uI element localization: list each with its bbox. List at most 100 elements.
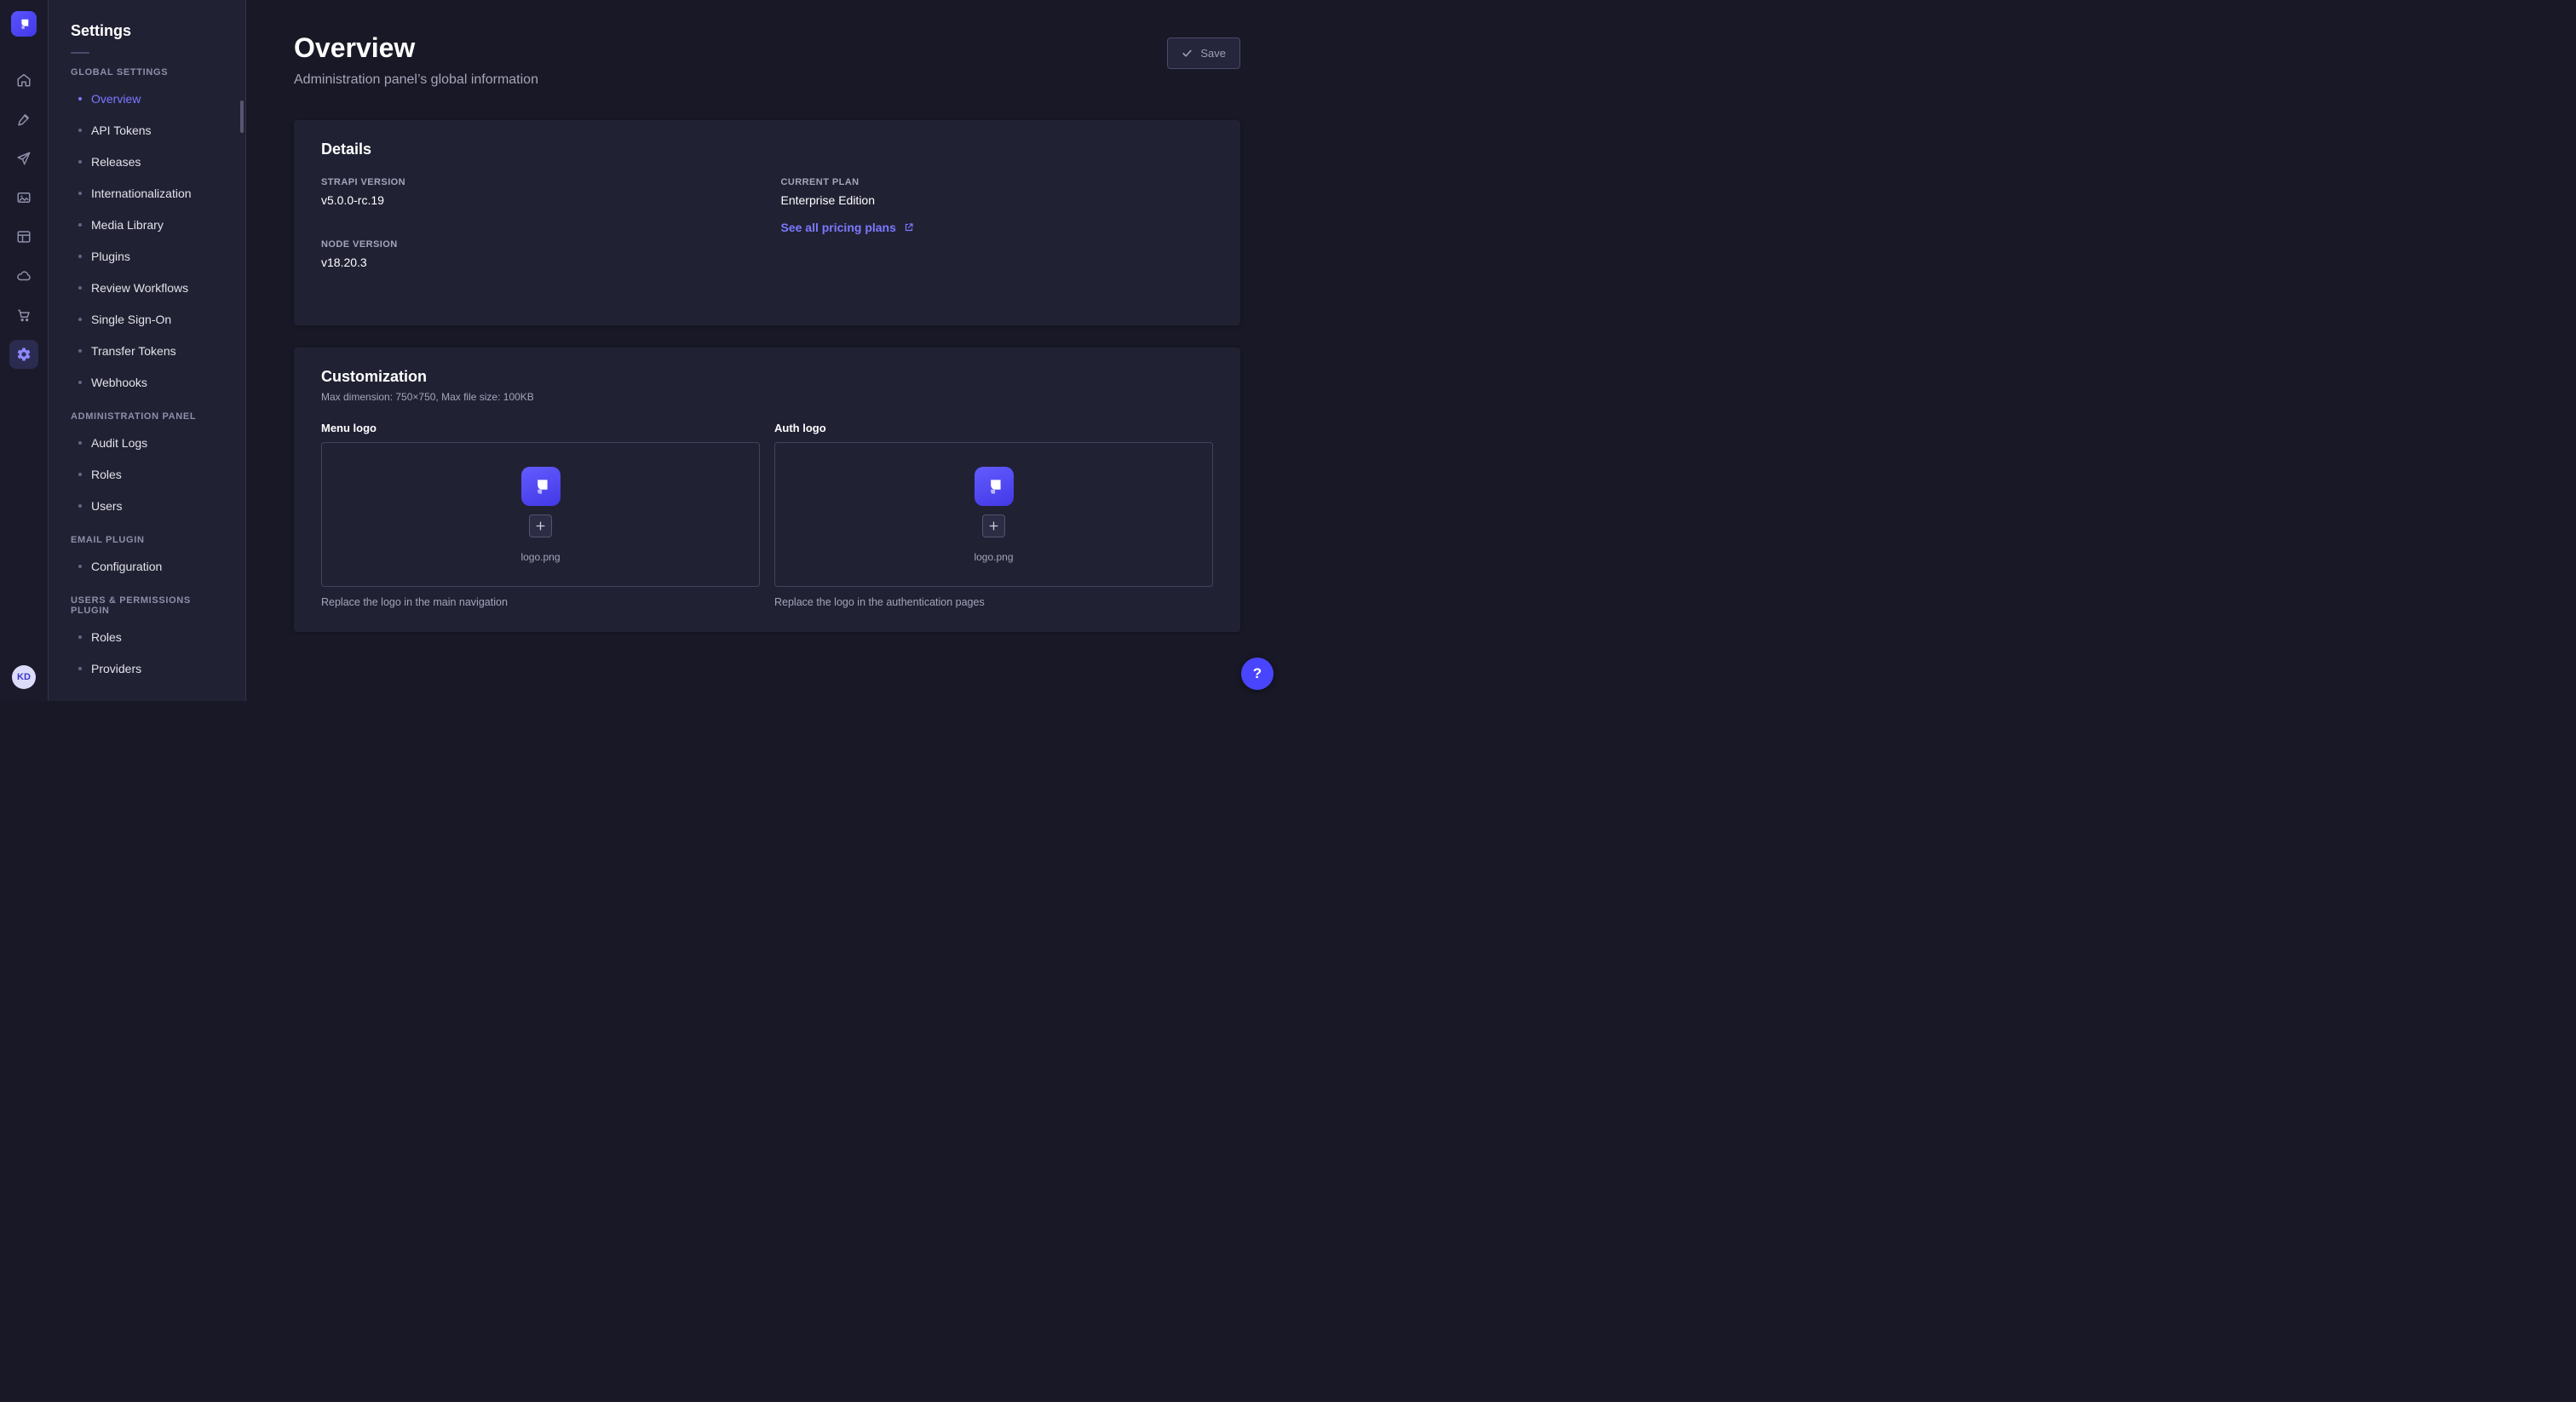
auth-logo-label: Auth logo [774,422,1213,434]
sidebar-scrollbar[interactable] [240,101,244,133]
strapi-logo[interactable] [11,11,37,37]
strapi-logo-icon [983,475,1005,497]
sidebar-item-label: Roles [91,630,122,644]
sidebar-item-review-workflows[interactable]: Review Workflows [71,272,232,303]
customization-card: Customization Max dimension: 750×750, Ma… [294,348,1240,632]
sidebar-item-api-tokens[interactable]: API Tokens [71,114,232,146]
rail-item-content-builder[interactable] [9,105,38,134]
rail-icons [9,60,38,374]
external-link-icon [904,222,914,233]
bullet-dot [78,473,82,476]
sidebar-item-label: Users [91,499,123,513]
details-right-column: CURRENT PLAN Enterprise Edition See all … [781,177,1214,302]
pricing-plans-link[interactable]: See all pricing plans [781,221,914,234]
sidebar-item-audit-logs[interactable]: Audit Logs [71,427,232,458]
sidebar-item-label: Transfer Tokens [91,344,176,358]
page-subtitle: Administration panel’s global informatio… [294,72,538,88]
sidebar-item-internationalization[interactable]: Internationalization [71,177,232,209]
logo-uploads: Menu logo logo.png Replace the logo in t… [321,422,1213,608]
media-library-icon [16,190,32,205]
page-header-text: Overview Administration panel’s global i… [294,32,538,88]
settings-sidebar: Settings GLOBAL SETTINGS Overview API To… [49,0,246,701]
bullet-dot [78,97,82,101]
layout-icon [16,229,32,244]
sidebar-item-webhooks[interactable]: Webhooks [71,366,232,398]
auth-logo-caption: Replace the logo in the authentication p… [774,596,1213,608]
check-icon [1182,48,1193,59]
section-header-users-permissions-plugin: USERS & PERMISSIONS PLUGIN [71,595,232,616]
sidebar-item-configuration[interactable]: Configuration [71,550,232,582]
field-value: v18.20.3 [321,256,754,269]
auth-logo-upload-box[interactable]: logo.png [774,442,1213,587]
sidebar-item-label: Review Workflows [91,281,188,295]
rail-item-home[interactable] [9,66,38,95]
sidebar-item-label: Single Sign-On [91,313,171,326]
section-header-email-plugin: EMAIL PLUGIN [71,535,232,545]
sidebar-item-up-roles[interactable]: Roles [71,621,232,652]
page-title: Overview [294,32,538,64]
plus-icon [988,520,999,531]
sidebar-title: Settings [71,22,232,40]
rail-item-deploy[interactable] [9,144,38,173]
sidebar-item-providers[interactable]: Providers [71,652,232,684]
bullet-dot [78,318,82,321]
add-menu-logo-button[interactable] [529,514,552,537]
rail-item-settings[interactable] [9,340,38,369]
sidebar-item-label: API Tokens [91,124,152,137]
rail-item-content-manager[interactable] [9,222,38,251]
current-plan-field: CURRENT PLAN Enterprise Edition [781,177,1214,207]
save-button[interactable]: Save [1167,37,1240,69]
sidebar-item-overview[interactable]: Overview [71,83,232,114]
sidebar-item-admin-roles[interactable]: Roles [71,458,232,490]
bullet-dot [78,504,82,508]
details-card: Details STRAPI VERSION v5.0.0-rc.19 NODE… [294,120,1240,325]
node-version-field: NODE VERSION v18.20.3 [321,239,754,269]
details-card-title: Details [321,141,1213,158]
sidebar-item-media-library[interactable]: Media Library [71,209,232,240]
page-header: Overview Administration panel’s global i… [294,32,1240,88]
rail-item-marketplace[interactable] [9,301,38,330]
settings-gear-icon [16,347,32,362]
sidebar-item-label: Releases [91,155,141,169]
menu-logo-filename: logo.png [520,551,560,563]
rail-item-media-library[interactable] [9,183,38,212]
sidebar-item-single-sign-on[interactable]: Single Sign-On [71,303,232,335]
menu-logo-upload-box[interactable]: logo.png [321,442,760,587]
user-avatar[interactable]: KD [12,665,36,689]
customization-card-subtitle: Max dimension: 750×750, Max file size: 1… [321,391,1213,403]
pen-icon [16,112,32,127]
bullet-dot [78,349,82,353]
sidebar-item-label: Media Library [91,218,164,232]
auth-logo-preview [975,467,1014,506]
sidebar-item-label: Overview [91,92,141,106]
strapi-logo-icon [530,475,552,497]
menu-logo-preview [521,467,561,506]
field-value: Enterprise Edition [781,193,1214,207]
sidebar-item-plugins[interactable]: Plugins [71,240,232,272]
rail-item-cloud[interactable] [9,261,38,290]
sidebar-item-transfer-tokens[interactable]: Transfer Tokens [71,335,232,366]
add-auth-logo-button[interactable] [982,514,1005,537]
details-grid: STRAPI VERSION v5.0.0-rc.19 NODE VERSION… [321,177,1213,302]
home-icon [16,72,32,88]
field-value: v5.0.0-rc.19 [321,193,754,207]
auth-logo-section: Auth logo logo.png Replace the logo in t… [774,422,1213,608]
cart-icon [16,307,32,323]
section-header-global-settings: GLOBAL SETTINGS [71,67,232,78]
sidebar-item-label: Providers [91,662,141,675]
bullet-dot [78,441,82,445]
strapi-logo-icon [16,16,32,32]
details-left-column: STRAPI VERSION v5.0.0-rc.19 NODE VERSION… [321,177,754,302]
bullet-dot [78,223,82,227]
bullet-dot [78,381,82,384]
sidebar-item-users[interactable]: Users [71,490,232,521]
help-button[interactable]: ? [1241,658,1274,690]
sidebar-item-label: Internationalization [91,187,192,200]
sidebar-item-label: Webhooks [91,376,147,389]
app-root: KD Settings GLOBAL SETTINGS Overview API… [0,0,1288,701]
bullet-dot [78,160,82,164]
plus-icon [535,520,546,531]
sidebar-item-label: Plugins [91,250,130,263]
bullet-dot [78,192,82,195]
sidebar-item-releases[interactable]: Releases [71,146,232,177]
